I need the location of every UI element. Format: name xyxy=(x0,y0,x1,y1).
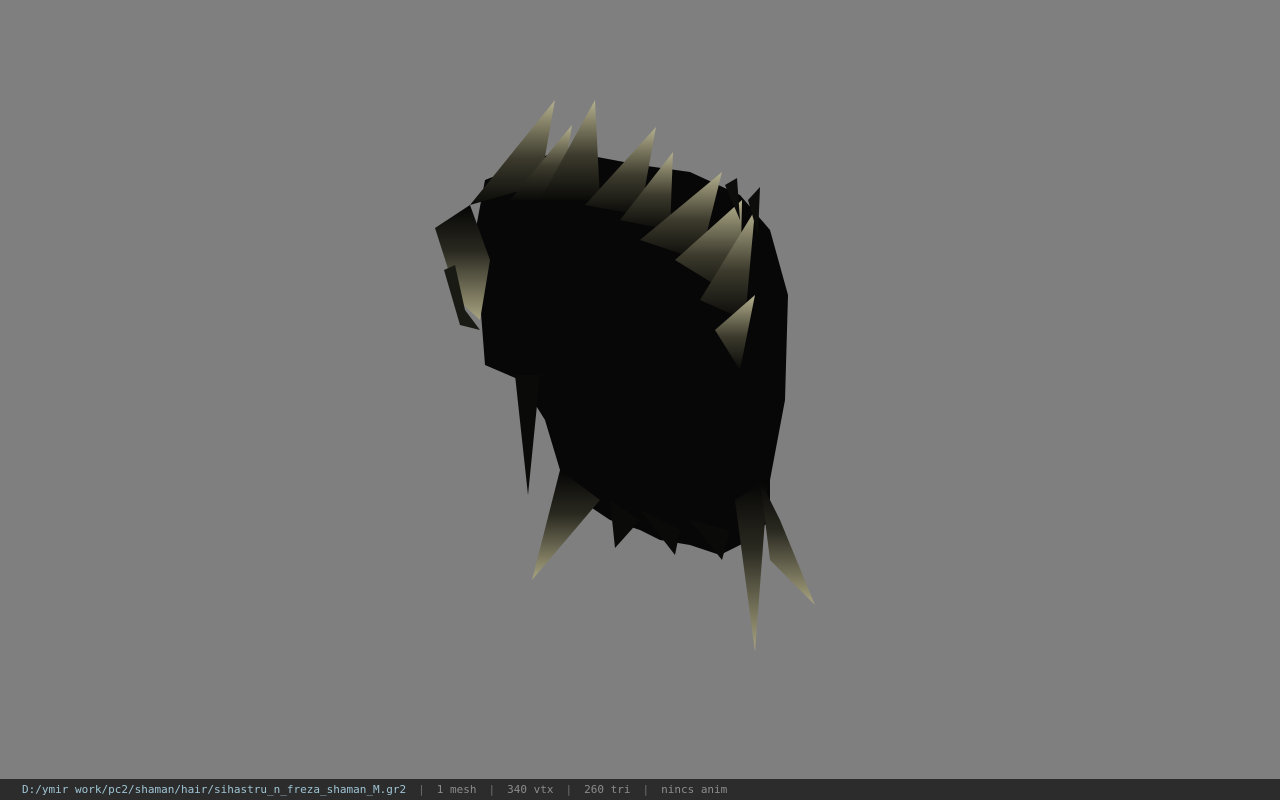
hair-spike xyxy=(735,480,768,652)
separator: | xyxy=(418,783,425,796)
vertex-count: 340 vtx xyxy=(507,783,554,796)
separator: | xyxy=(565,783,573,796)
status-bar: D:/ymir work/pc2/shaman/hair/sihastru_n_… xyxy=(0,779,1280,800)
hair-spike xyxy=(515,375,540,495)
triangle-count: 260 tri xyxy=(584,783,631,796)
3d-viewport[interactable] xyxy=(0,0,1280,779)
mesh-count: 1 mesh xyxy=(436,783,477,796)
hair-spike xyxy=(760,480,815,605)
separator: | xyxy=(488,783,496,796)
file-path: D:/ymir work/pc2/shaman/hair/sihastru_n_… xyxy=(22,783,407,796)
animation-status: nincs anim xyxy=(661,783,728,796)
separator: | xyxy=(642,783,650,796)
hair-model-render xyxy=(435,100,815,652)
